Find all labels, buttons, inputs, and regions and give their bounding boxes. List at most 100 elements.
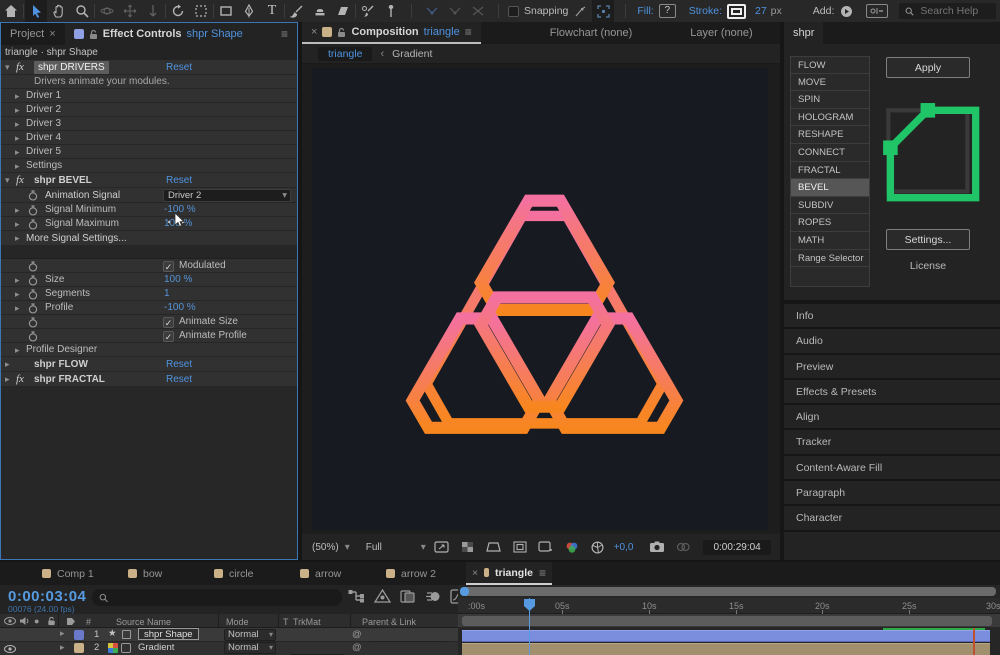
twirl-right-icon[interactable]: ▸ xyxy=(15,203,20,217)
guides-options-icon[interactable] xyxy=(536,539,556,555)
stopwatch-icon[interactable] xyxy=(28,219,38,230)
module-ropes[interactable]: ROPES xyxy=(790,214,870,232)
tab-layer[interactable]: Layer (none) xyxy=(681,22,761,44)
twirl-right-icon[interactable]: ▸ xyxy=(5,372,10,387)
more-signal-settings-row[interactable]: ▸ More Signal Settings... xyxy=(1,231,297,246)
tab-project[interactable]: Project × xyxy=(1,23,65,45)
breadcrumb-parent[interactable]: Gradient xyxy=(392,48,432,60)
driver-row[interactable]: ▸Driver 1 xyxy=(1,89,297,103)
resolution-dropdown[interactable]: Full▾ xyxy=(366,542,426,553)
twirl-right-icon[interactable]: ▸ xyxy=(60,642,65,653)
blend-mode-dropdown[interactable]: Normal▾ xyxy=(224,642,276,654)
tab-shpr[interactable]: shpr xyxy=(784,22,823,44)
timeline-search-box[interactable] xyxy=(92,589,342,606)
eye-icon[interactable] xyxy=(4,645,16,653)
module-range-selector[interactable]: Range Selector xyxy=(790,250,870,268)
profile-value[interactable]: -100 % xyxy=(164,301,196,315)
rectangle-tool-icon[interactable] xyxy=(215,0,237,22)
effect-header-fractal[interactable]: ▸ fx shpr FRACTAL Reset xyxy=(1,372,297,387)
eraser-tool-icon[interactable] xyxy=(332,0,354,22)
twirl-right-icon[interactable]: ▸ xyxy=(15,273,20,287)
module-flow[interactable]: FLOW xyxy=(790,56,870,74)
tab-composition[interactable]: × Composition triangle ≡ xyxy=(302,22,481,44)
preview-timecode[interactable]: 0:00:29:04 xyxy=(703,540,770,555)
stroke-swatch[interactable] xyxy=(727,4,746,19)
panel-tab-info[interactable]: Info xyxy=(784,304,1000,329)
module-bevel[interactable]: BEVEL xyxy=(790,179,870,197)
tab-flowchart[interactable]: Flowchart (none) xyxy=(541,22,642,44)
source-name-column-header[interactable]: Source Name xyxy=(116,617,171,627)
timeline-tab-circle[interactable]: circle xyxy=(208,562,294,585)
module-subdiv[interactable]: SUBDIV xyxy=(790,197,870,215)
work-area-bar[interactable] xyxy=(462,616,992,626)
layer-name[interactable]: Gradient xyxy=(138,642,174,653)
channels-icon[interactable] xyxy=(562,539,582,555)
module-fractal[interactable]: FRACTAL xyxy=(790,162,870,180)
module-reshape[interactable]: RESHAPE xyxy=(790,126,870,144)
lock-icon[interactable] xyxy=(337,27,346,38)
panel-menu-icon[interactable]: ≡ xyxy=(281,27,288,41)
pickwhip-icon[interactable]: @ xyxy=(352,642,362,653)
twirl-down-icon[interactable]: ▾ xyxy=(5,60,10,75)
panel-tab-effects-presets[interactable]: Effects & Presets xyxy=(784,380,1000,405)
snap-angle-icon[interactable] xyxy=(569,0,591,22)
twirl-right-icon[interactable]: ▸ xyxy=(15,287,20,301)
snapshot-icon[interactable] xyxy=(647,539,667,555)
view-options-icon[interactable] xyxy=(432,539,452,555)
layer-label-chip[interactable] xyxy=(74,643,84,653)
region-of-interest-icon[interactable] xyxy=(510,539,530,555)
profile-designer-row[interactable]: ▸ Profile Designer xyxy=(1,343,297,357)
hand-tool-icon[interactable] xyxy=(48,0,70,22)
twirl-right-icon[interactable]: ▸ xyxy=(15,231,20,246)
panel-tab-audio[interactable]: Audio xyxy=(784,329,1000,354)
twirl-right-icon[interactable]: ▸ xyxy=(15,343,20,357)
twirl-right-icon[interactable]: ▸ xyxy=(15,217,20,231)
timeline-tab-comp1[interactable]: Comp 1 xyxy=(36,562,122,585)
layer-label-chip[interactable] xyxy=(74,630,84,640)
draft-3d-icon[interactable] xyxy=(374,589,391,604)
layer-name[interactable]: shpr Shape xyxy=(138,628,199,640)
reset-link[interactable]: Reset xyxy=(166,372,192,387)
module-spin[interactable]: SPIN xyxy=(790,91,870,109)
reset-link[interactable]: Reset xyxy=(166,60,192,75)
effect-header-bevel[interactable]: ▾ fx shpr BEVEL Reset xyxy=(1,173,297,188)
type-tool-icon[interactable]: T xyxy=(261,0,283,22)
panel-menu-icon[interactable]: ≡ xyxy=(539,566,546,580)
comp-canvas[interactable] xyxy=(312,68,768,530)
stopwatch-icon[interactable] xyxy=(28,205,38,216)
search-help-box[interactable] xyxy=(899,3,996,19)
driver-row[interactable]: ▸Driver 4 xyxy=(1,131,297,145)
exposure-icon[interactable] xyxy=(588,539,608,555)
transparency-grid-icon[interactable] xyxy=(458,539,478,555)
composition-mini-flowchart-icon[interactable] xyxy=(348,589,365,604)
effect-name-drivers[interactable]: shpr DRIVERS xyxy=(34,61,109,74)
animate-size-checkbox[interactable]: ✓ xyxy=(163,317,174,328)
driver-row[interactable]: ▸Driver 3 xyxy=(1,117,297,131)
module-hologram[interactable]: HOLOGRAM xyxy=(790,109,870,127)
bevel-handle[interactable] xyxy=(883,140,898,155)
timeline-search-input[interactable] xyxy=(113,592,335,603)
brush-tool-icon[interactable] xyxy=(286,0,308,22)
workspace-icon[interactable] xyxy=(866,4,888,18)
bevel-preview-graphic[interactable] xyxy=(880,102,984,206)
effect-header-flow[interactable]: ▸ shpr FLOW Reset xyxy=(1,357,297,372)
puppet-pin-tool-icon[interactable] xyxy=(380,0,402,22)
current-timecode[interactable]: 0:00:03:04 xyxy=(8,588,86,605)
timeline-tab-arrow2[interactable]: arrow 2 xyxy=(380,562,466,585)
parent-link-column-header[interactable]: Parent & Link xyxy=(362,617,416,627)
panel-tab-align[interactable]: Align xyxy=(784,405,1000,430)
time-ruler[interactable]: :00s 05s 10s 15s 20s 25s 30s xyxy=(458,598,1000,614)
effect-name-flow[interactable]: shpr FLOW xyxy=(34,357,88,372)
layer-row-2[interactable]: ▸ 2 Gradient Normal▾ Alpha▾ @ None▾ xyxy=(0,642,458,655)
timeline-navigator[interactable] xyxy=(460,587,996,596)
blend-mode-dropdown[interactable]: Normal▾ xyxy=(224,629,276,641)
driver-settings-row[interactable]: ▸Settings xyxy=(1,159,297,173)
stopwatch-icon[interactable] xyxy=(28,261,38,272)
exposure-value[interactable]: +0,0 xyxy=(614,542,634,553)
effect-name-fractal[interactable]: shpr FRACTAL xyxy=(34,372,105,387)
module-move[interactable]: MOVE xyxy=(790,74,870,92)
rotation-tool-icon[interactable] xyxy=(167,0,189,22)
tab-effect-controls[interactable]: Effect Controls shpr Shape ≡ xyxy=(65,23,297,45)
playhead-handle[interactable] xyxy=(523,598,536,617)
effect-name-bevel[interactable]: shpr BEVEL xyxy=(34,173,92,188)
